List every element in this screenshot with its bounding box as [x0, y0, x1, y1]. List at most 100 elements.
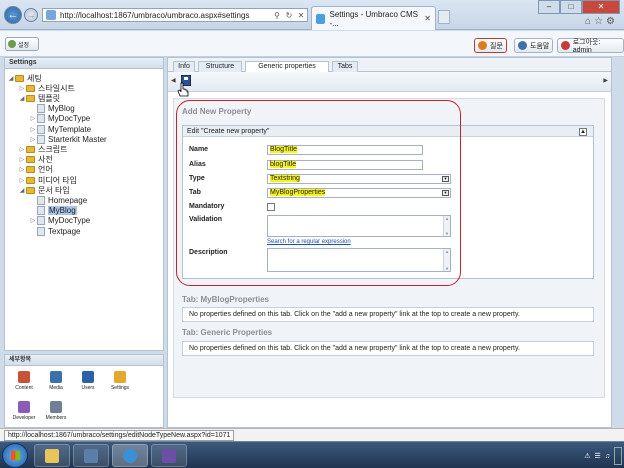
- edit-property-title: Edit "Create new property": [183, 126, 593, 137]
- section-members[interactable]: Members: [43, 401, 69, 421]
- expanded-arrow-icon[interactable]: ◢: [18, 95, 26, 102]
- section-developer[interactable]: Developer: [11, 401, 37, 421]
- add-new-property-heading[interactable]: Add New Property: [182, 107, 251, 116]
- collapsed-arrow-icon[interactable]: ▷: [18, 146, 26, 153]
- tree-node[interactable]: ▷ 스타일시트: [18, 83, 75, 93]
- scrollbar[interactable]: [443, 216, 450, 236]
- search-icon[interactable]: ⚲: [271, 11, 283, 20]
- taskbar-app[interactable]: [73, 444, 109, 467]
- tree-node[interactable]: ▷ MyDocType: [29, 216, 90, 226]
- tree-node[interactable]: ▷ Starterkit Master: [29, 134, 107, 144]
- tree-node[interactable]: ▷ 언어: [18, 165, 53, 175]
- doc-type-tabs: Info Structure Generic properties Tabs: [168, 58, 611, 73]
- show-desktop-button[interactable]: [614, 447, 622, 465]
- scrollbar[interactable]: [443, 249, 450, 271]
- tree-node[interactable]: ▷ 스크립트: [18, 144, 68, 154]
- browser-tab-settings[interactable]: Settings - Umbraco CMS -... ✕: [311, 6, 436, 30]
- stop-icon[interactable]: ✕: [295, 11, 307, 20]
- volume-icon[interactable]: ♫: [605, 453, 610, 460]
- network-icon[interactable]: ☰: [594, 452, 600, 460]
- taskbar-internet-explorer[interactable]: [112, 444, 148, 467]
- collapsed-arrow-icon[interactable]: ▷: [29, 126, 37, 133]
- collapsed-arrow-icon[interactable]: ▷: [18, 85, 26, 92]
- type-select[interactable]: Textstring ▼: [267, 174, 451, 184]
- expanded-arrow-icon[interactable]: ◢: [18, 187, 26, 194]
- new-tab-button[interactable]: [438, 10, 450, 24]
- tab-close-icon[interactable]: ✕: [424, 14, 431, 23]
- folder-icon: [15, 74, 24, 82]
- tree-node[interactable]: MyBlog: [29, 206, 77, 216]
- taskbar-visual-studio[interactable]: [151, 444, 187, 467]
- mandatory-checkbox[interactable]: [267, 203, 275, 211]
- help-label: 질문: [490, 42, 503, 50]
- address-bar[interactable]: http://localhost:1867/umbraco/umbraco.as…: [42, 8, 308, 22]
- taskbar-explorer[interactable]: [34, 444, 70, 467]
- logout-button[interactable]: 로그아웃: admin: [557, 38, 624, 54]
- regex-search-link[interactable]: Search for a regular expression: [267, 239, 351, 245]
- expanded-arrow-icon[interactable]: ◢: [7, 75, 15, 82]
- tree-node[interactable]: ◢ 문서 타입: [18, 185, 70, 195]
- type-label: Type: [189, 175, 205, 182]
- section-settings[interactable]: Settings: [107, 371, 133, 391]
- close-window-button[interactable]: ✕: [582, 0, 620, 14]
- document-icon: [37, 104, 45, 114]
- tree-node[interactable]: MyBlog: [29, 104, 75, 114]
- helpdesk-icon: [518, 41, 527, 50]
- home-icon[interactable]: ⌂: [585, 16, 594, 27]
- address-url[interactable]: http://localhost:1867/umbraco/umbraco.as…: [60, 11, 271, 20]
- collapsed-arrow-icon[interactable]: ▷: [18, 177, 26, 184]
- tab-tabs[interactable]: Tabs: [332, 61, 358, 72]
- tree-node[interactable]: Homepage: [29, 195, 87, 205]
- description-textarea[interactable]: [267, 248, 451, 272]
- section-content[interactable]: Content: [11, 371, 37, 391]
- scroll-right-icon[interactable]: ▶: [603, 77, 608, 84]
- alias-label: Alias: [189, 161, 206, 168]
- collapsed-arrow-icon[interactable]: ▷: [18, 156, 26, 163]
- section-users[interactable]: Users: [75, 371, 101, 391]
- helpdesk-button[interactable]: 도움말: [514, 38, 554, 53]
- minimize-button[interactable]: –: [538, 0, 560, 14]
- tree-node[interactable]: ▷ MyDocType: [29, 114, 90, 124]
- section-media[interactable]: Media: [43, 371, 69, 391]
- alias-field[interactable]: blogTitle: [267, 160, 423, 170]
- collapsed-arrow-icon[interactable]: ▷: [29, 136, 37, 143]
- tree-node-label: 문서 타입: [38, 185, 70, 195]
- refresh-icon[interactable]: ↻: [283, 11, 295, 20]
- chevron-down-icon: ▼: [442, 176, 449, 182]
- tree-node[interactable]: ▷ 미디어 타입: [18, 175, 77, 185]
- maximize-button[interactable]: □: [560, 0, 582, 14]
- umbraco-logo-button[interactable]: 설정: [5, 37, 39, 51]
- favorites-star-icon[interactable]: ☆: [594, 16, 606, 27]
- document-icon: [37, 226, 45, 236]
- main-panel: Info Structure Generic properties Tabs ◀…: [167, 57, 612, 428]
- collapsed-arrow-icon[interactable]: ▷: [18, 166, 26, 173]
- document-icon: [37, 195, 45, 205]
- tree-node[interactable]: ◢ 템플릿: [18, 93, 60, 103]
- name-value: BlogTitle: [270, 146, 297, 153]
- folder-icon: [26, 166, 35, 174]
- name-field[interactable]: BlogTitle: [267, 145, 423, 155]
- tree-node-label: MyDocType: [48, 216, 91, 226]
- folder-icon: [45, 449, 59, 463]
- tree-node[interactable]: ▷ MyTemplate: [29, 124, 91, 134]
- collapse-icon[interactable]: ▲: [579, 128, 587, 136]
- collapsed-arrow-icon[interactable]: ▷: [29, 115, 37, 122]
- tab-structure[interactable]: Structure: [198, 61, 242, 72]
- section-label: Developer: [12, 415, 36, 421]
- tree-node[interactable]: ◢ 세팅: [7, 73, 42, 83]
- tools-gear-icon[interactable]: ⚙: [606, 16, 618, 27]
- back-button[interactable]: ←: [4, 6, 22, 24]
- logout-label: 로그아웃: admin: [572, 39, 601, 54]
- forward-button[interactable]: →: [24, 8, 38, 22]
- alias-value: blogTitle: [270, 161, 297, 168]
- collapsed-arrow-icon[interactable]: ▷: [29, 217, 37, 224]
- start-button[interactable]: [2, 443, 28, 468]
- tab-info[interactable]: Info: [173, 61, 195, 72]
- tree-node[interactable]: Textpage: [29, 226, 80, 236]
- validation-textarea[interactable]: [267, 215, 451, 237]
- help-button[interactable]: 질문: [474, 38, 507, 53]
- tab-select[interactable]: MyBlogProperties ▼: [267, 188, 451, 198]
- tree-node[interactable]: ▷ 사전: [18, 155, 53, 165]
- language-icon[interactable]: ⚠: [584, 452, 590, 460]
- scroll-left-icon[interactable]: ◀: [171, 77, 176, 84]
